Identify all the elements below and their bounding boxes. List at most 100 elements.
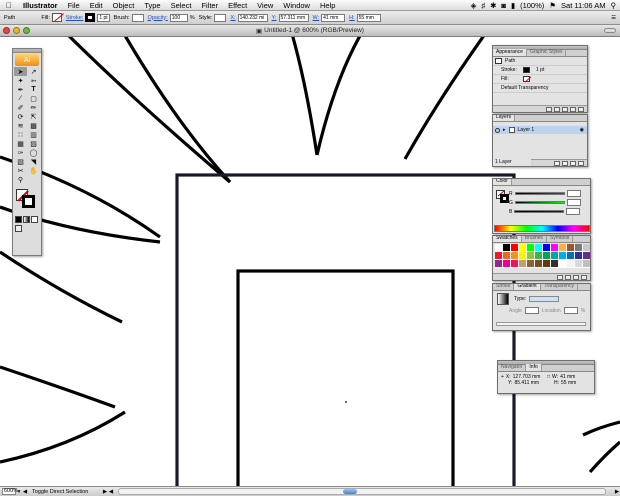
red-slider[interactable] [514,192,565,195]
hand-tool-icon[interactable]: ✋ [27,166,40,175]
tab-symbols[interactable]: Symbols [547,236,574,242]
tools-panel-grip[interactable] [13,49,41,53]
scale-tool-icon[interactable]: ⇱ [27,112,40,121]
swatch[interactable] [511,244,519,252]
swatch[interactable] [535,260,543,268]
swatch[interactable] [551,244,559,252]
gradient-slider[interactable] [496,322,586,326]
gradient-mode-icon[interactable] [23,216,30,223]
green-value[interactable] [566,199,581,206]
x-label[interactable]: X: [230,15,235,21]
swatch[interactable] [503,244,511,252]
new-color-group-icon[interactable] [565,274,571,280]
clear-appearance-icon[interactable] [554,106,560,112]
close-window-button[interactable] [3,27,10,34]
screen-mode-icon[interactable] [15,225,22,232]
swatch[interactable] [575,252,583,260]
gradient-angle-field[interactable] [524,307,539,314]
tab-gradient[interactable]: Gradient [514,284,541,290]
scroll-right-icon[interactable]: ▶ [614,489,620,495]
make-clipping-mask-icon[interactable] [553,160,560,166]
magic-wand-tool-icon[interactable]: ✦ [14,76,27,85]
gradient-tool-icon[interactable]: ▨ [27,139,40,148]
tab-transparency[interactable]: Transparency [541,284,579,290]
wifi-icon[interactable]: ◙ [501,1,506,10]
bluetooth-icon[interactable]: ✱ [490,1,496,10]
swatch[interactable] [535,252,543,260]
swatch[interactable] [535,244,543,252]
new-swatch-icon[interactable] [573,274,579,280]
type-tool-icon[interactable]: T [27,85,40,94]
status-text[interactable]: Toggle Direct Selection [32,489,102,495]
stroke-swatch[interactable] [85,13,96,22]
direct-selection-tool-icon[interactable]: ↗ [27,67,40,76]
eyedropper-tool-icon[interactable]: ✑ [14,148,27,157]
warp-tool-icon[interactable]: ≋ [14,121,27,130]
spotlight-icon[interactable]: ⚲ [611,1,617,10]
swatch[interactable] [575,244,583,252]
x-field[interactable]: 140.232 mi [237,13,268,22]
appearance-stroke-swatch[interactable] [523,67,530,73]
color-spectrum-bar[interactable] [494,225,590,232]
swatch[interactable] [559,252,567,260]
menu-filter[interactable]: Filter [196,1,223,10]
visibility-eye-icon[interactable] [495,127,500,133]
column-graph-tool-icon[interactable]: ▥ [27,130,40,139]
swatch[interactable] [583,260,590,268]
blend-tool-icon[interactable]: ◯ [27,148,40,157]
swatch[interactable] [495,252,503,260]
w-label[interactable]: W: [313,15,320,21]
scroll-left-icon[interactable]: ◀ [108,489,114,495]
menu-effect[interactable]: Effect [223,1,252,10]
blue-value[interactable] [566,208,581,215]
tab-graphic-styles[interactable]: Graphic Styles [527,49,567,56]
appearance-stroke-row[interactable]: Stroke: 1 pt [493,66,587,75]
swatch[interactable] [583,244,590,252]
delete-layer-icon[interactable] [577,160,584,166]
line-tool-icon[interactable]: ∕ [14,94,27,103]
swatch-libraries-icon[interactable] [557,274,563,280]
horizontal-scroll-thumb[interactable] [342,489,357,494]
swatch[interactable] [519,244,527,252]
slice-tool-icon[interactable]: ◥ [27,157,40,166]
style-dropdown[interactable] [214,13,227,22]
delete-swatch-icon[interactable] [581,274,587,280]
menu-app-name[interactable]: Illustrator [18,1,63,10]
expand-triangle-icon[interactable]: ▸ [503,127,506,133]
swatch[interactable] [583,252,590,260]
brush-dropdown[interactable] [131,13,144,22]
swatch[interactable] [551,260,559,268]
minimize-window-button[interactable] [13,27,20,34]
tab-navigator[interactable]: Navigator [498,364,527,371]
y-field[interactable]: 57.311 mm [278,13,309,22]
duplicate-item-icon[interactable] [570,106,576,112]
blue-slider[interactable] [514,210,565,213]
zoom-tool-icon[interactable]: ⚲ [14,175,27,184]
opacity-label[interactable]: Opacity: [148,15,168,21]
target-circle-icon[interactable]: ◉ [580,127,584,133]
gradient-location-field[interactable] [563,307,578,314]
tab-info[interactable]: Info [526,364,542,371]
menu-view[interactable]: View [252,1,278,10]
swatch[interactable] [567,260,575,268]
swatch[interactable] [559,260,567,268]
menu-select[interactable]: Select [166,1,197,10]
pencil-tool-icon[interactable]: ✏ [27,103,40,112]
live-paint-tool-icon[interactable]: ▧ [14,157,27,166]
swatch[interactable] [567,244,575,252]
first-artboard-icon[interactable]: ◀ [22,489,28,495]
swatch[interactable] [503,260,511,268]
w-field[interactable]: 41 mm [321,13,346,22]
fill-swatch[interactable] [51,13,62,22]
swatch[interactable] [495,244,503,252]
stroke-weight-field[interactable]: 1 pt [97,13,110,22]
tab-layers[interactable]: Layers [493,115,516,121]
tab-brushes[interactable]: Brushes [522,236,548,242]
swatch[interactable] [511,260,519,268]
menu-window[interactable]: Window [278,1,315,10]
horizontal-scrollbar[interactable] [118,488,606,495]
volume-icon[interactable]: ♯ [481,1,485,10]
swatch[interactable] [575,260,583,268]
appearance-fill-swatch[interactable] [523,76,530,82]
new-layer-icon[interactable] [569,160,576,166]
